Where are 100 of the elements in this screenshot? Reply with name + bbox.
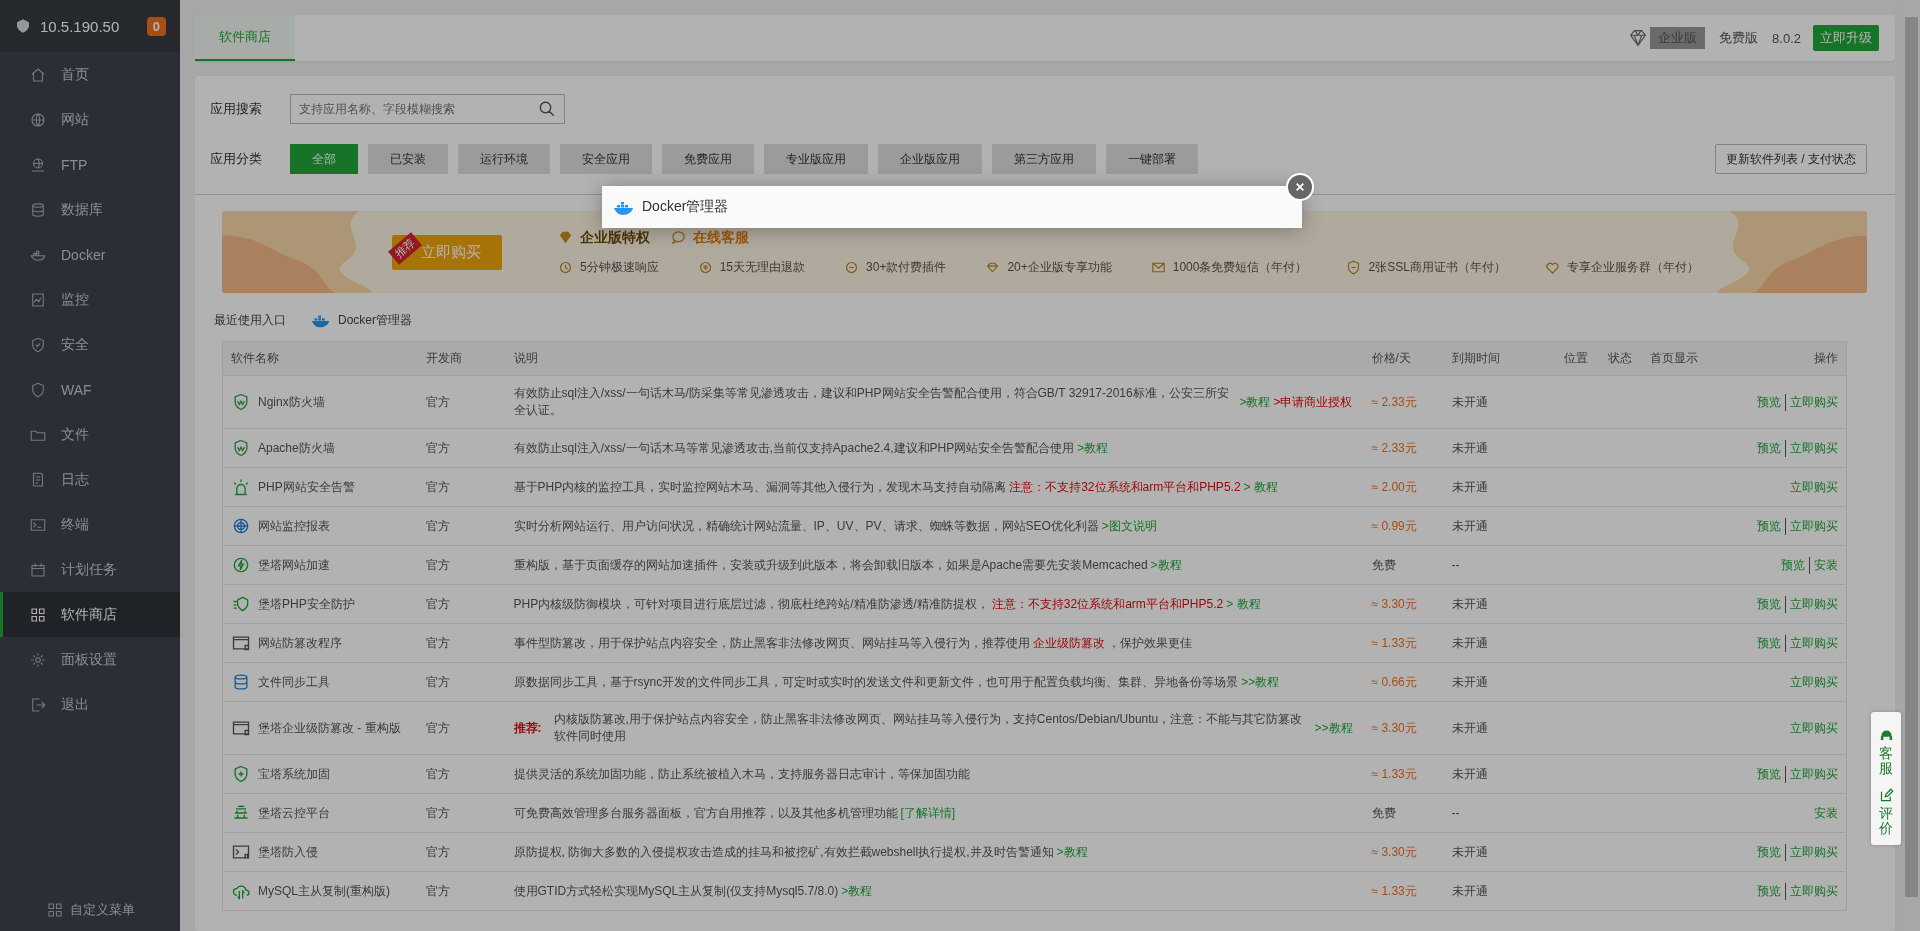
- app-name: 网站监控报表: [258, 517, 330, 535]
- category-button[interactable]: 全部: [290, 144, 358, 174]
- table-cell: 官方: [417, 754, 506, 794]
- category-button[interactable]: 已安装: [368, 144, 448, 174]
- action-link[interactable]: 安装: [1809, 556, 1838, 574]
- action-link[interactable]: 立即购买: [1785, 393, 1838, 411]
- action-link[interactable]: 预览: [1781, 556, 1805, 574]
- benefit-text: 30+款付费插件: [866, 258, 947, 276]
- description-text: 事件型防篡改，用于保护站点内容安全，防止黑客非法修改网页、网站挂马等入侵行为，推荐使用: [513, 634, 1030, 652]
- recent-app-link[interactable]: Docker管理器: [310, 309, 412, 331]
- column-header: 状态: [1599, 341, 1642, 376]
- action-link[interactable]: 预览: [1757, 439, 1781, 457]
- app-name: 堡塔云控平台: [258, 804, 330, 822]
- tutorial-link[interactable]: >教程: [1077, 439, 1109, 457]
- benefit-text: 2张SSL商用证书（年付）: [1368, 258, 1506, 276]
- sidebar-item[interactable]: 网站: [0, 97, 180, 142]
- sidebar-item[interactable]: 安全: [0, 322, 180, 367]
- column-header: 说明: [505, 341, 1364, 376]
- warning-text: >申请商业授权: [1273, 393, 1353, 411]
- tutorial-link[interactable]: >>教程: [1241, 673, 1280, 691]
- app-name: PHP网站安全告警: [258, 478, 355, 496]
- action-link[interactable]: 立即购买: [1785, 517, 1838, 535]
- tutorial-link[interactable]: > 教程: [1226, 595, 1261, 613]
- action-link[interactable]: 预览: [1757, 765, 1781, 783]
- table-cell: 未开通: [1443, 662, 1556, 702]
- scrollbar[interactable]: [1903, 0, 1920, 931]
- online-service-link[interactable]: 在线客服: [693, 228, 749, 247]
- action-link[interactable]: 立即购买: [1785, 843, 1838, 861]
- warning-text: 注意：不支持32位系统和arm平台和PHP5.2: [991, 595, 1224, 613]
- action-link[interactable]: 预览: [1757, 843, 1781, 861]
- price-cell: ≈ 3.30元: [1363, 832, 1444, 872]
- sidebar-item[interactable]: 终端: [0, 502, 180, 547]
- tutorial-link[interactable]: [了解详情]: [900, 804, 956, 822]
- tab[interactable]: 软件商店: [195, 15, 295, 61]
- category-button[interactable]: 第三方应用: [992, 144, 1096, 174]
- sidebar-item[interactable]: WAF: [0, 367, 180, 412]
- sidebar-item[interactable]: 数据库: [0, 187, 180, 232]
- category-button[interactable]: 一键部署: [1106, 144, 1198, 174]
- action-link[interactable]: 立即购买: [1785, 634, 1838, 652]
- description-text: 提供灵活的系统加固功能，防止系统被植入木马，支持服务器日志审计，等保加固功能: [513, 765, 970, 783]
- diamond-icon: [557, 229, 574, 246]
- tutorial-link[interactable]: >教程: [1150, 556, 1182, 574]
- app-name: 堡塔网站加速: [258, 556, 330, 574]
- category-button[interactable]: 专业版应用: [764, 144, 868, 174]
- action-link[interactable]: 立即购买: [1785, 595, 1838, 613]
- tutorial-link[interactable]: >教程: [1239, 393, 1271, 411]
- price-cell: ≈ 3.30元: [1363, 584, 1444, 624]
- table-cell: 未开通: [1443, 754, 1556, 794]
- price-cell: 免费: [1363, 793, 1444, 833]
- sidebar-item[interactable]: 日志: [0, 457, 180, 502]
- custom-menu-link[interactable]: 自定义菜单: [45, 901, 135, 919]
- description-text: 原数据同步工具，基于rsync开发的文件同步工具，可定时或实时的发送文件和更新文件，也可用于配置负载均衡、集群、异地备份等场景: [513, 673, 1239, 691]
- sidebar-item[interactable]: 首页: [0, 52, 180, 97]
- action-link[interactable]: 立即购买: [1790, 673, 1838, 691]
- sidebar-item[interactable]: 软件商店: [0, 592, 180, 637]
- category-button[interactable]: 企业版应用: [878, 144, 982, 174]
- search-field[interactable]: 支持应用名称、字段模糊搜索: [290, 94, 565, 124]
- description-text: 使用GTID方式轻松实现MySQL主从复制(仅支持Mysql5.7/8.0): [513, 882, 839, 900]
- logout-icon: [29, 695, 47, 714]
- action-link[interactable]: 立即购买: [1785, 882, 1838, 900]
- description-text: 基于PHP内核的监控工具，实时监控网站木马、漏洞等其他入侵行为，发现木马支持自动隔离: [513, 478, 1007, 496]
- action-link[interactable]: 预览: [1757, 595, 1781, 613]
- category-button[interactable]: 运行环境: [458, 144, 550, 174]
- price-cell: ≈ 2.33元: [1363, 428, 1444, 468]
- action-link[interactable]: 立即购买: [1785, 765, 1838, 783]
- tutorial-link[interactable]: > 教程: [1243, 478, 1278, 496]
- sidebar-item[interactable]: Docker: [0, 232, 180, 277]
- price-cell: 免费: [1363, 545, 1444, 585]
- tutorial-link[interactable]: >>教程: [1314, 719, 1353, 737]
- sidebar-item[interactable]: 面板设置: [0, 637, 180, 682]
- tutorial-link[interactable]: >教程: [1056, 843, 1088, 861]
- action-link[interactable]: 安装: [1814, 804, 1838, 822]
- recent-label: 最近使用入口: [214, 311, 286, 329]
- globe-icon: [231, 516, 251, 536]
- category-button[interactable]: 免费应用: [662, 144, 754, 174]
- tutorial-link[interactable]: >图文说明: [1101, 517, 1157, 535]
- sidebar-item[interactable]: 监控: [0, 277, 180, 322]
- action-link[interactable]: 预览: [1757, 393, 1781, 411]
- category-button[interactable]: 安全应用: [560, 144, 652, 174]
- tutorial-link[interactable]: >教程: [841, 882, 873, 900]
- sidebar-item[interactable]: FTP: [0, 142, 180, 187]
- notification-badge[interactable]: 0: [146, 16, 166, 36]
- sidebar-item[interactable]: 计划任务: [0, 547, 180, 592]
- action-link[interactable]: 预览: [1757, 517, 1781, 535]
- sidebar-item[interactable]: 退出: [0, 682, 180, 727]
- table-cell: 官方: [417, 662, 506, 702]
- price-cell: ≈ 1.33元: [1363, 754, 1444, 794]
- review-link[interactable]: 评价: [1879, 805, 1893, 837]
- action-link[interactable]: 立即购买: [1790, 478, 1838, 496]
- shield-icon: [14, 17, 32, 35]
- action-link[interactable]: 预览: [1757, 634, 1781, 652]
- customer-service-link[interactable]: 客服: [1879, 746, 1893, 777]
- upgrade-button[interactable]: 立即升级: [1813, 25, 1879, 51]
- action-link[interactable]: 立即购买: [1790, 719, 1838, 737]
- sidebar-item[interactable]: 文件: [0, 412, 180, 457]
- refresh-button[interactable]: 更新软件列表 / 支付状态: [1715, 144, 1867, 174]
- price-cell: ≈ 3.30元: [1363, 701, 1444, 755]
- table-cell: 官方: [417, 871, 506, 911]
- action-link[interactable]: 预览: [1757, 882, 1781, 900]
- action-link[interactable]: 立即购买: [1785, 439, 1838, 457]
